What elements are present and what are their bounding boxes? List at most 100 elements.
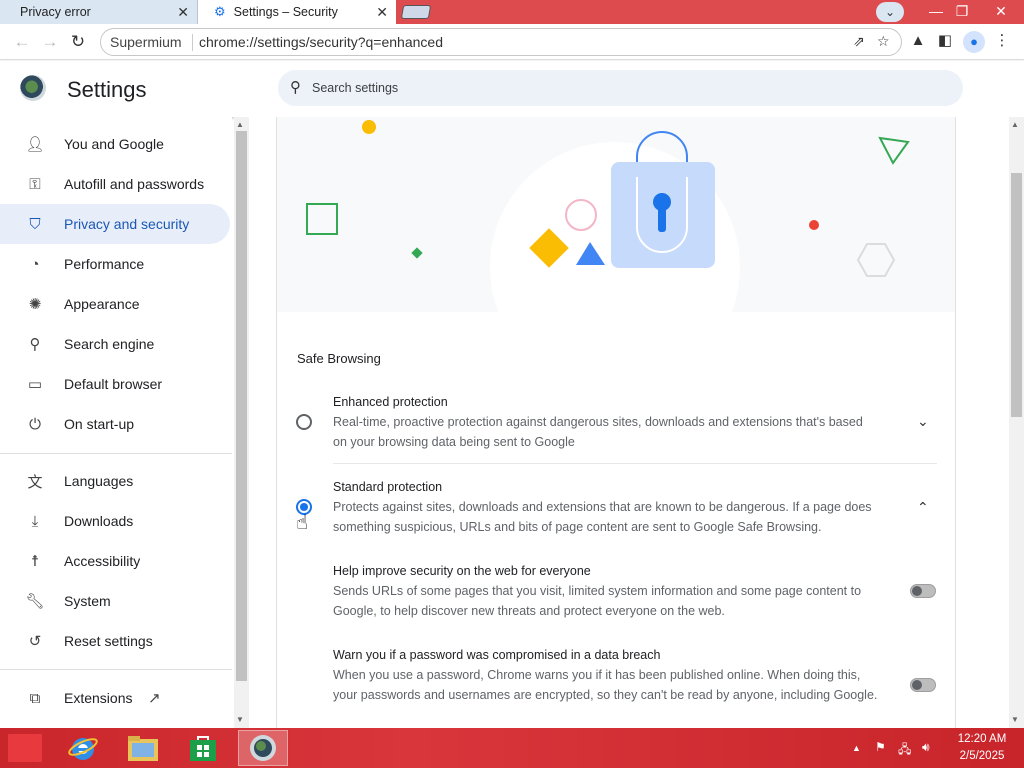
clock-date[interactable]: 2/5/2025 bbox=[950, 750, 1014, 762]
sidebar-item-search-engine[interactable]: ⚲ Search engine bbox=[0, 324, 230, 364]
sidebar-item-languages[interactable]: 文 Languages bbox=[0, 461, 230, 501]
arrow-left-icon: ← bbox=[13, 32, 31, 51]
page-title: Settings bbox=[67, 77, 147, 102]
sidebar-item-default-browser[interactable]: ▭ Default browser bbox=[0, 364, 230, 404]
help-improve-title: Help improve security on the web for eve… bbox=[333, 564, 591, 578]
sidebar-divider bbox=[0, 669, 232, 670]
tab-settings-security[interactable]: ⚙ Settings – Security ✕ bbox=[198, 0, 396, 24]
accessibility-icon: ☨ bbox=[30, 553, 40, 570]
profile-avatar[interactable]: ● bbox=[963, 31, 985, 53]
title-bar: Privacy error ✕ ⚙ Settings – Security ✕ … bbox=[0, 0, 1024, 24]
sidebar-item-accessibility[interactable]: ☨ Accessibility bbox=[0, 541, 230, 581]
download-icon: ⤓ bbox=[31, 512, 39, 530]
sidebar-item-system[interactable]: 🔧︎ System bbox=[0, 581, 230, 621]
close-window-button[interactable]: ✕ bbox=[986, 0, 1016, 24]
tab-search-button[interactable]: ⌄ bbox=[876, 2, 904, 22]
taskbar: ▲ ⚑ 🖧︎ 🔊︎ 12:20 AM 2/5/2025 bbox=[0, 728, 1024, 768]
start-button[interactable] bbox=[8, 734, 42, 762]
supermium-browser-icon[interactable] bbox=[238, 730, 288, 766]
sidebar-item-extensions[interactable]: ⧉ Extensions ↗ bbox=[0, 678, 230, 718]
page-scroll-thumb[interactable] bbox=[1011, 173, 1022, 417]
palette-icon: ✺ bbox=[28, 296, 42, 313]
shield-icon: ⛉ bbox=[29, 215, 41, 233]
sidebar-scroll-thumb[interactable] bbox=[236, 131, 247, 681]
power-icon: ⏻ bbox=[29, 415, 41, 433]
person-icon: ● bbox=[970, 34, 978, 49]
scroll-down-arrow[interactable]: ▼ bbox=[236, 715, 244, 724]
scroll-up-arrow[interactable]: ▲ bbox=[236, 120, 244, 129]
chevron-down-icon: ⌄ bbox=[917, 413, 929, 429]
extension-flask-icon[interactable]: ▲ bbox=[907, 30, 929, 52]
speedometer-icon: ◔ bbox=[30, 255, 40, 273]
reset-icon: ↺ bbox=[28, 633, 42, 650]
person-icon: 👤︎ bbox=[25, 136, 45, 153]
close-tab-icon[interactable]: ✕ bbox=[376, 4, 388, 20]
reload-icon: ↻ bbox=[70, 32, 86, 51]
search-settings-input[interactable]: ⚲ Search settings bbox=[278, 70, 963, 106]
show-hidden-icons-arrow[interactable]: ▲ bbox=[852, 743, 861, 753]
settings-sidebar: 👤︎ You and Google ⚿ Autofill and passwords… bbox=[0, 117, 232, 728]
site-chip[interactable]: Supermium bbox=[110, 34, 193, 51]
share-icon[interactable]: ⇗ bbox=[853, 33, 865, 50]
key-icon: ⚿ bbox=[29, 175, 41, 193]
chevron-down-icon: ⌄ bbox=[884, 5, 896, 19]
tab-privacy-error[interactable]: Privacy error ✕ bbox=[0, 0, 198, 24]
url-text[interactable]: chrome://settings/security?q=enhanced bbox=[199, 34, 443, 51]
sidebar-item-privacy[interactable]: ⛉ Privacy and security bbox=[0, 204, 230, 244]
action-center-flag-icon[interactable]: ⚑ bbox=[875, 740, 886, 754]
enhanced-protection-description: Real-time, proactive protection against … bbox=[333, 415, 863, 449]
hand-cursor-icon: ☝ bbox=[296, 512, 309, 534]
standard-protection-title: Standard protection bbox=[333, 480, 443, 494]
bookmark-star-icon[interactable]: ☆ bbox=[877, 33, 890, 50]
browser-logo bbox=[20, 75, 46, 101]
maximize-button[interactable]: ❐ bbox=[947, 0, 977, 24]
back-button[interactable]: ← bbox=[10, 30, 34, 54]
sidebar-item-appearance[interactable]: ✺ Appearance bbox=[0, 284, 230, 324]
chevron-up-icon: ⌃ bbox=[917, 499, 929, 515]
sidebar-item-reset[interactable]: ↺ Reset settings bbox=[0, 621, 230, 661]
help-improve-toggle[interactable] bbox=[910, 584, 936, 598]
password-warn-description: When you use a password, Chrome warns yo… bbox=[333, 668, 878, 702]
search-placeholder: Search settings bbox=[312, 81, 399, 95]
network-icon[interactable]: 🖧︎ bbox=[898, 740, 911, 761]
scroll-up-arrow[interactable]: ▲ bbox=[1011, 120, 1019, 129]
tab-label: Settings – Security bbox=[233, 5, 338, 19]
sidebar-item-autofill[interactable]: ⚿ Autofill and passwords bbox=[0, 164, 230, 204]
settings-header: Settings ⚲ Search settings bbox=[0, 61, 1024, 117]
sidebar-scrollbar[interactable]: ▲ ▼ bbox=[234, 117, 249, 728]
translate-icon: 文 bbox=[27, 473, 43, 491]
menu-kebab-icon[interactable]: ⋮ bbox=[991, 30, 1013, 52]
sidebar-item-you-and-google[interactable]: 👤︎ You and Google bbox=[0, 124, 230, 164]
side-panel-icon[interactable]: ◧ bbox=[934, 30, 956, 52]
gear-icon: ⚙ bbox=[214, 4, 226, 19]
enhanced-protection-title: Enhanced protection bbox=[333, 395, 448, 409]
expand-enhanced-button[interactable]: ⌄ bbox=[917, 413, 929, 430]
internet-explorer-icon[interactable] bbox=[58, 730, 108, 766]
volume-icon[interactable]: 🔊︎ bbox=[922, 740, 930, 755]
page-scrollbar[interactable]: ▲ ▼ bbox=[1009, 117, 1024, 728]
password-warn-title: Warn you if a password was compromised i… bbox=[333, 648, 661, 662]
wrench-icon: 🔧︎ bbox=[25, 593, 45, 610]
file-explorer-icon[interactable] bbox=[118, 730, 168, 766]
sidebar-divider bbox=[0, 453, 232, 454]
sidebar-item-downloads[interactable]: ⤓ Downloads bbox=[0, 501, 230, 541]
store-icon[interactable] bbox=[178, 730, 228, 766]
search-icon: ⚲ bbox=[290, 79, 301, 96]
password-warn-toggle[interactable] bbox=[910, 678, 936, 692]
sidebar-item-performance[interactable]: ◔ Performance bbox=[0, 244, 230, 284]
help-improve-description: Sends URLs of some pages that you visit,… bbox=[333, 584, 862, 618]
clock-time[interactable]: 12:20 AM bbox=[950, 733, 1014, 745]
puzzle-icon: ⧉ bbox=[29, 689, 41, 707]
enhanced-protection-radio[interactable] bbox=[296, 414, 312, 430]
new-tab-button[interactable] bbox=[400, 5, 432, 19]
row-divider bbox=[333, 463, 937, 464]
close-tab-icon[interactable]: ✕ bbox=[177, 4, 189, 20]
forward-button[interactable]: → bbox=[38, 30, 62, 54]
collapse-standard-button[interactable]: ⌃ bbox=[917, 499, 929, 516]
sidebar-item-on-startup[interactable]: ⏻ On start-up bbox=[0, 404, 230, 444]
browser-toolbar: ← → ↻ Supermium chrome://settings/securi… bbox=[0, 24, 1024, 60]
reload-button[interactable]: ↻ bbox=[66, 30, 90, 54]
scroll-down-arrow[interactable]: ▼ bbox=[1011, 715, 1019, 724]
safe-browsing-heading: Safe Browsing bbox=[297, 351, 381, 366]
address-bar[interactable]: Supermium chrome://settings/security?q=e… bbox=[100, 28, 902, 56]
